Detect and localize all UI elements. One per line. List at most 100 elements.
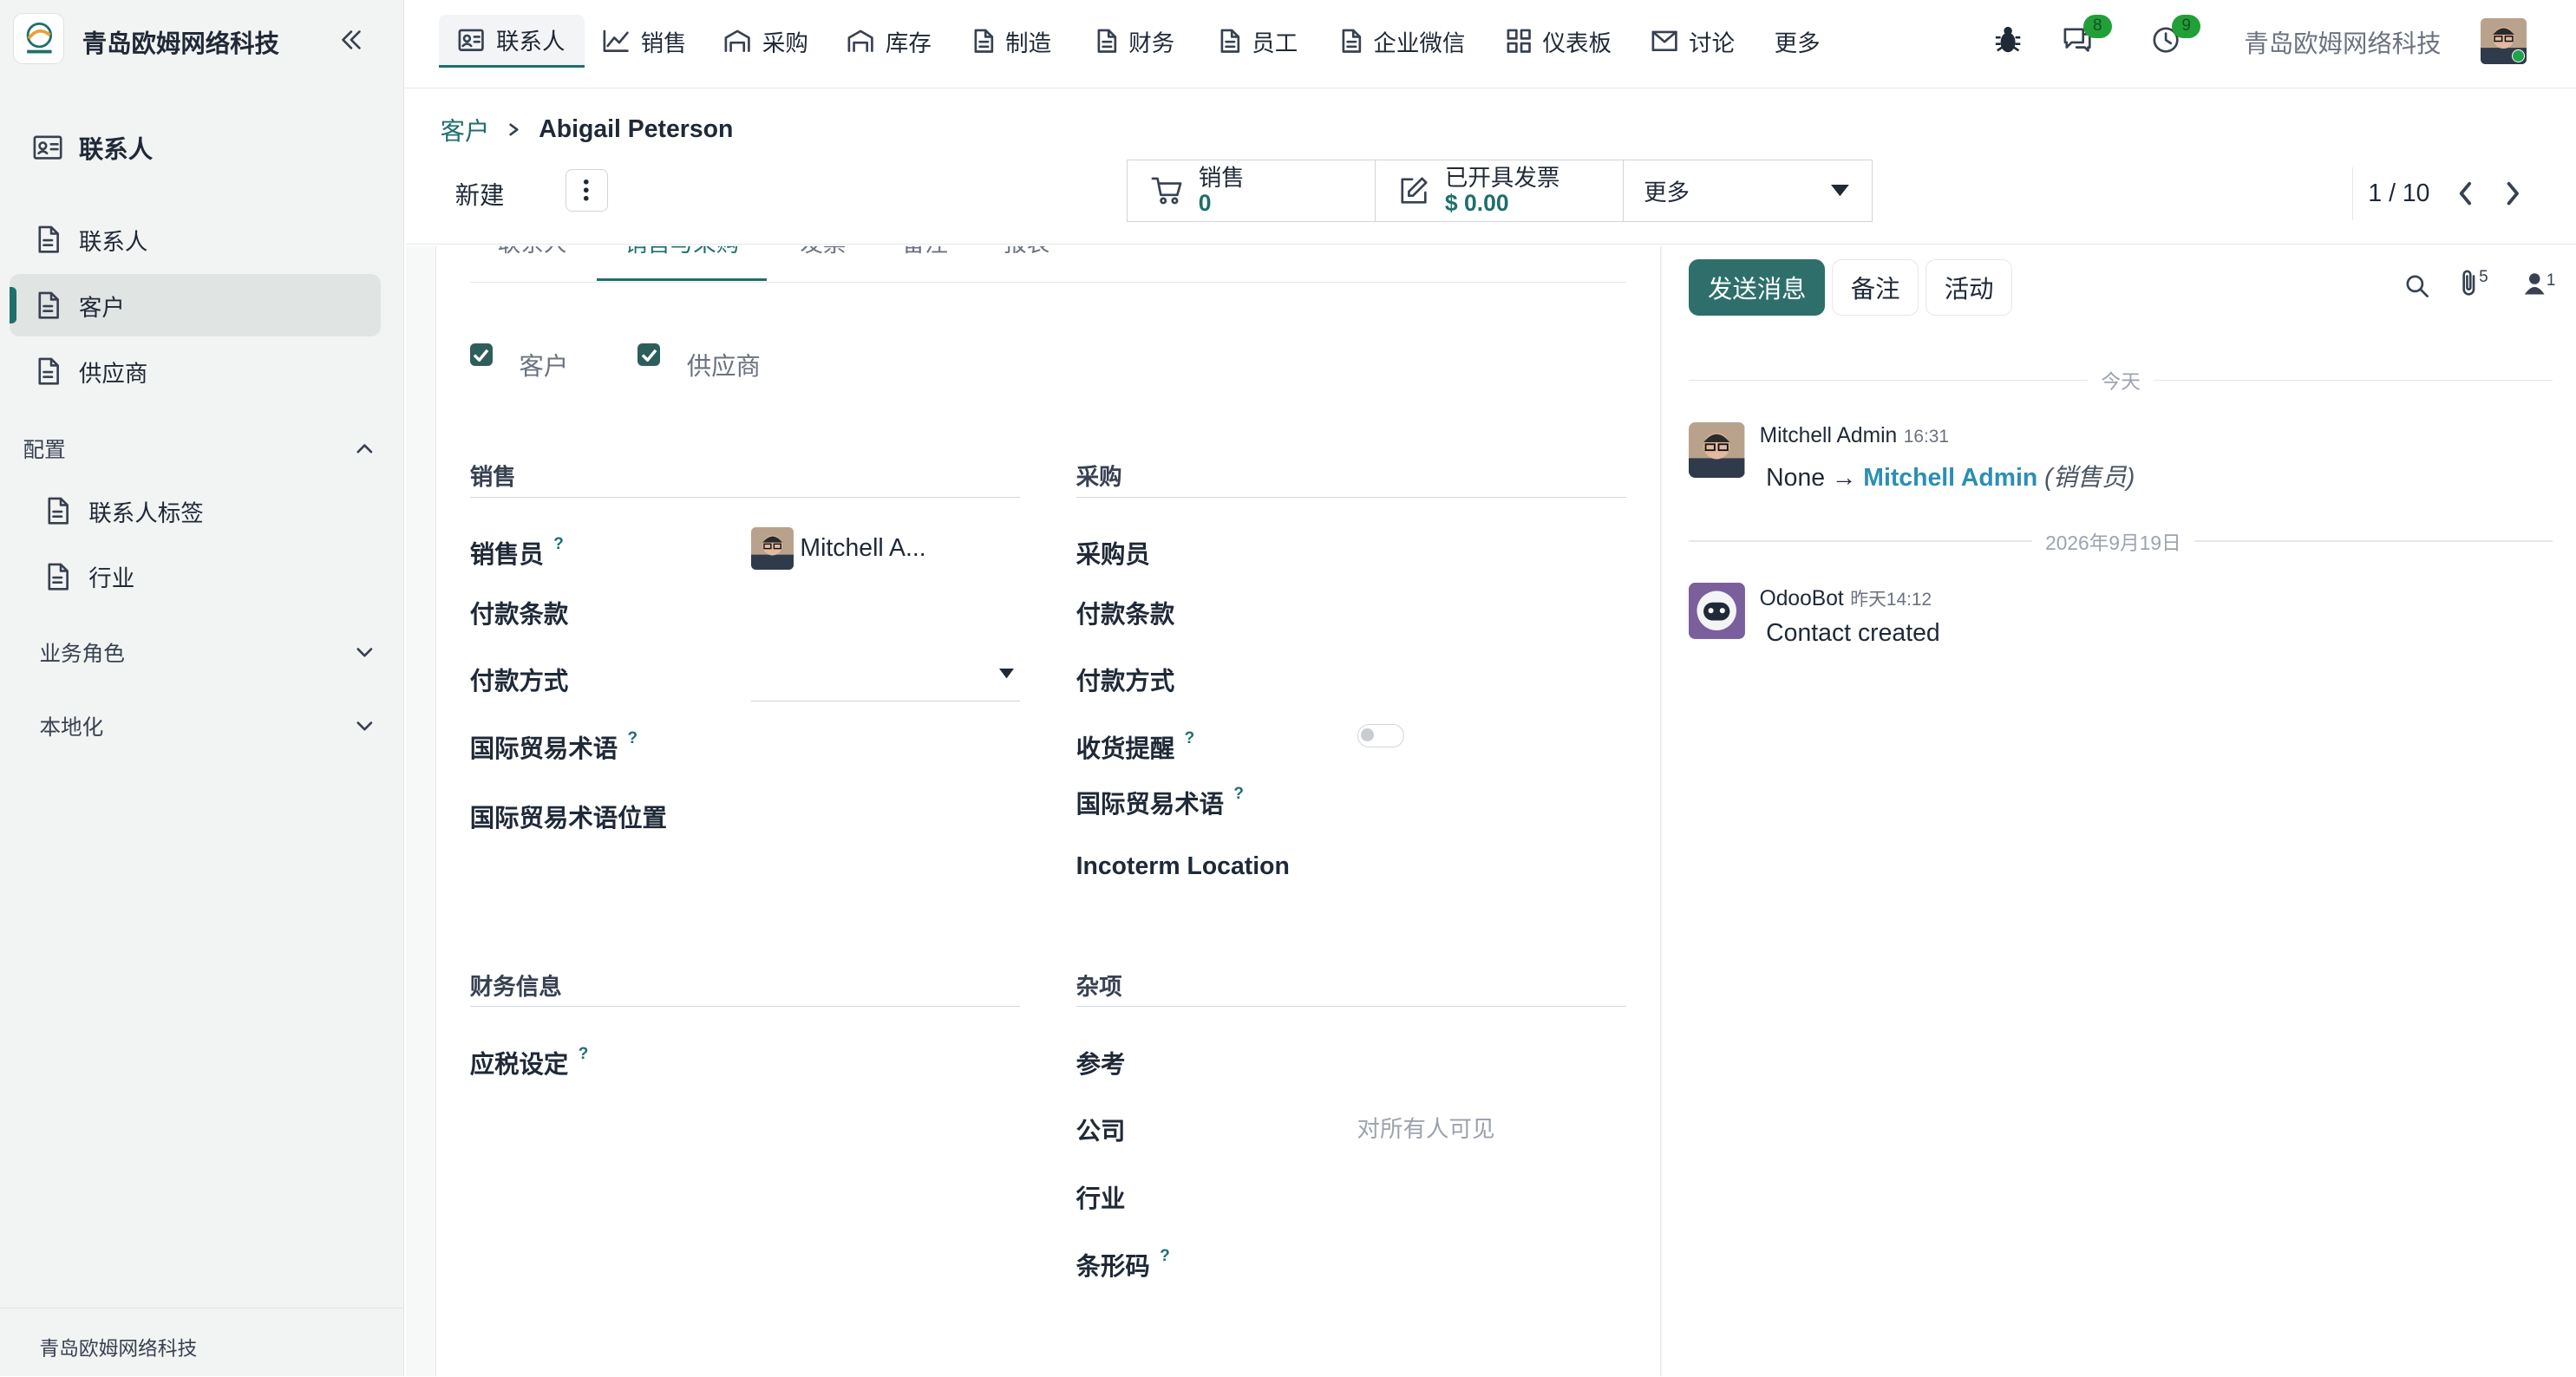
sidebar-app-title[interactable]: 联系人 xyxy=(33,130,153,166)
buyer-label: 采购员 xyxy=(1076,541,1150,570)
receipt-reminder-toggle[interactable] xyxy=(1357,724,1405,747)
company-name: 青岛欧姆网络科技 xyxy=(82,30,279,59)
sidebar-item-customers[interactable]: 客户 xyxy=(10,274,382,337)
nav-item-label: 企业微信 xyxy=(1373,29,1466,56)
nav-item-sales[interactable]: 销售 xyxy=(603,15,687,68)
pager-value[interactable]: 1 / 10 xyxy=(2368,179,2429,208)
industry-label: 行业 xyxy=(1076,1184,1126,1213)
sidebar-item-contact-tags[interactable]: 联系人标签 xyxy=(23,480,395,542)
search-icon[interactable] xyxy=(2405,274,2429,298)
new-button[interactable]: 新建 xyxy=(455,176,505,212)
nav-item-label: 仪表板 xyxy=(1542,29,1612,56)
nav-item-label: 财务 xyxy=(1128,29,1175,56)
nav-item-dashboard[interactable]: 仪表板 xyxy=(1507,15,1612,68)
user-avatar[interactable] xyxy=(2481,17,2527,64)
sidebar-group-label: 业务角色 xyxy=(39,642,125,666)
chatter-panel xyxy=(1662,246,2576,1377)
user-icon xyxy=(2523,271,2547,296)
sidebar-group-localization[interactable]: 本地化 xyxy=(39,702,374,751)
section-sales-title: 销售 xyxy=(469,458,1021,499)
payment-method-select[interactable] xyxy=(750,657,1021,702)
tab-reports[interactable]: 报表 xyxy=(976,246,1077,281)
tab-sales-purchase[interactable]: 销售与采购 xyxy=(596,246,768,281)
message-author-avatar[interactable] xyxy=(1689,421,1745,479)
help-tooltip-icon[interactable]: ? xyxy=(1185,729,1195,747)
odoobot-avatar[interactable] xyxy=(1689,583,1745,639)
bug-icon[interactable] xyxy=(1994,24,2022,55)
sidebar-item-vendors[interactable]: 供应商 xyxy=(10,340,381,402)
field-label-text: 国际贸易术语 xyxy=(1076,791,1225,819)
sidebar-item-contacts[interactable]: 联系人 xyxy=(10,209,381,271)
log-note-button[interactable]: 备注 xyxy=(1831,259,1919,316)
message-author: Mitchell Admin 16:31 xyxy=(1760,424,1949,448)
activity-clock-icon[interactable]: 9 xyxy=(2152,15,2201,55)
company-switcher[interactable]: 青岛欧姆网络科技 xyxy=(2244,24,2441,60)
document-icon xyxy=(974,29,994,53)
help-tooltip-icon[interactable]: ? xyxy=(1233,785,1244,803)
field-label-text: 国际贸易术语 xyxy=(469,734,618,763)
more-label: 更多 xyxy=(1644,179,1690,206)
message-time: 16:31 xyxy=(1903,426,1949,447)
smart-button-value: 0 xyxy=(1198,189,1212,216)
chevron-right-icon[interactable] xyxy=(2502,180,2522,206)
message-author-name[interactable]: Mitchell Admin xyxy=(1760,424,1898,447)
messages-badge: 8 xyxy=(2082,15,2112,38)
breadcrumb-parent-link[interactable]: 客户 xyxy=(441,112,490,147)
help-tooltip-icon[interactable]: ? xyxy=(628,729,638,747)
nav-item-more[interactable]: 更多 xyxy=(1775,15,1821,68)
company-field[interactable]: 对所有人可见 xyxy=(1357,1110,1495,1144)
chevron-left-icon[interactable] xyxy=(2456,180,2476,206)
message-author: OdooBot 昨天14:12 xyxy=(1760,584,1932,611)
actions-menu-button[interactable] xyxy=(565,169,608,212)
salesperson-value[interactable]: Mitchell A... xyxy=(800,534,925,563)
warehouse-icon xyxy=(847,29,874,53)
collapse-sidebar-icon[interactable] xyxy=(335,23,368,56)
nav-item-purchase[interactable]: 采购 xyxy=(724,15,808,68)
messages-icon[interactable]: 8 xyxy=(2063,15,2112,55)
chevron-up-icon xyxy=(355,439,375,459)
nav-item-label: 联系人 xyxy=(495,29,566,55)
caret-down-icon xyxy=(998,668,1014,679)
sidebar-item-label: 行业 xyxy=(88,565,135,592)
document-icon xyxy=(36,291,60,319)
payment-terms-label: 付款条款 xyxy=(469,600,569,629)
help-tooltip-icon[interactable]: ? xyxy=(579,1045,589,1063)
reference-label: 参考 xyxy=(1076,1050,1126,1079)
sidebar-item-label: 供应商 xyxy=(78,360,148,387)
vendor-checkbox[interactable] xyxy=(637,343,661,367)
sidebar-item-industries[interactable]: 行业 xyxy=(23,545,395,608)
send-message-button[interactable]: 发送消息 xyxy=(1689,259,1826,316)
smart-button-sales[interactable]: 销售 0 xyxy=(1127,159,1377,222)
tab-contacts[interactable]: 联系人 xyxy=(470,246,595,281)
document-icon xyxy=(36,357,60,385)
nav-item-contacts[interactable]: 联系人 xyxy=(438,15,585,68)
nav-item-employees[interactable]: 员工 xyxy=(1220,15,1298,68)
nav-item-label: 制造 xyxy=(1005,29,1052,56)
nav-item-inventory[interactable]: 库存 xyxy=(847,15,932,68)
activity-button[interactable]: 活动 xyxy=(1925,259,2013,316)
purchase-incoterm-label: 国际贸易术语? xyxy=(1076,785,1244,820)
sidebar-group-config[interactable]: 配置 xyxy=(23,424,375,473)
breadcrumb: 客户 Abigail Peterson xyxy=(441,112,734,147)
attachments-button[interactable]: 5 xyxy=(2459,268,2488,297)
sidebar-group-business-roles[interactable]: 业务角色 xyxy=(39,628,374,677)
nav-item-manufacturing[interactable]: 制造 xyxy=(974,15,1051,68)
field-label-text: 应税设定 xyxy=(469,1050,569,1079)
tracking-value-change: None → Mitchell Admin (销售员) xyxy=(1766,458,2135,493)
tab-notes[interactable]: 备注 xyxy=(874,246,976,281)
sidebar-item-label: 联系人 xyxy=(78,229,148,256)
message-author-name[interactable]: OdooBot xyxy=(1760,587,1844,610)
help-tooltip-icon[interactable]: ? xyxy=(1160,1247,1170,1265)
nav-item-accounting[interactable]: 财务 xyxy=(1097,15,1174,68)
company-label: 公司 xyxy=(1076,1118,1126,1146)
smart-button-more[interactable]: 更多 xyxy=(1623,159,1873,222)
tab-invoicing[interactable]: 发票 xyxy=(772,246,873,281)
followers-button[interactable]: 1 xyxy=(2523,271,2555,296)
field-label-text: 条形码 xyxy=(1076,1252,1150,1281)
customer-checkbox[interactable] xyxy=(469,343,494,367)
old-value: None xyxy=(1766,464,1826,493)
nav-item-discuss[interactable]: 讨论 xyxy=(1651,15,1735,68)
help-tooltip-icon[interactable]: ? xyxy=(553,535,564,553)
nav-item-wecom[interactable]: 企业微信 xyxy=(1342,15,1465,68)
smart-button-invoiced[interactable]: 已开具发票 $ 0.00 xyxy=(1375,159,1625,222)
